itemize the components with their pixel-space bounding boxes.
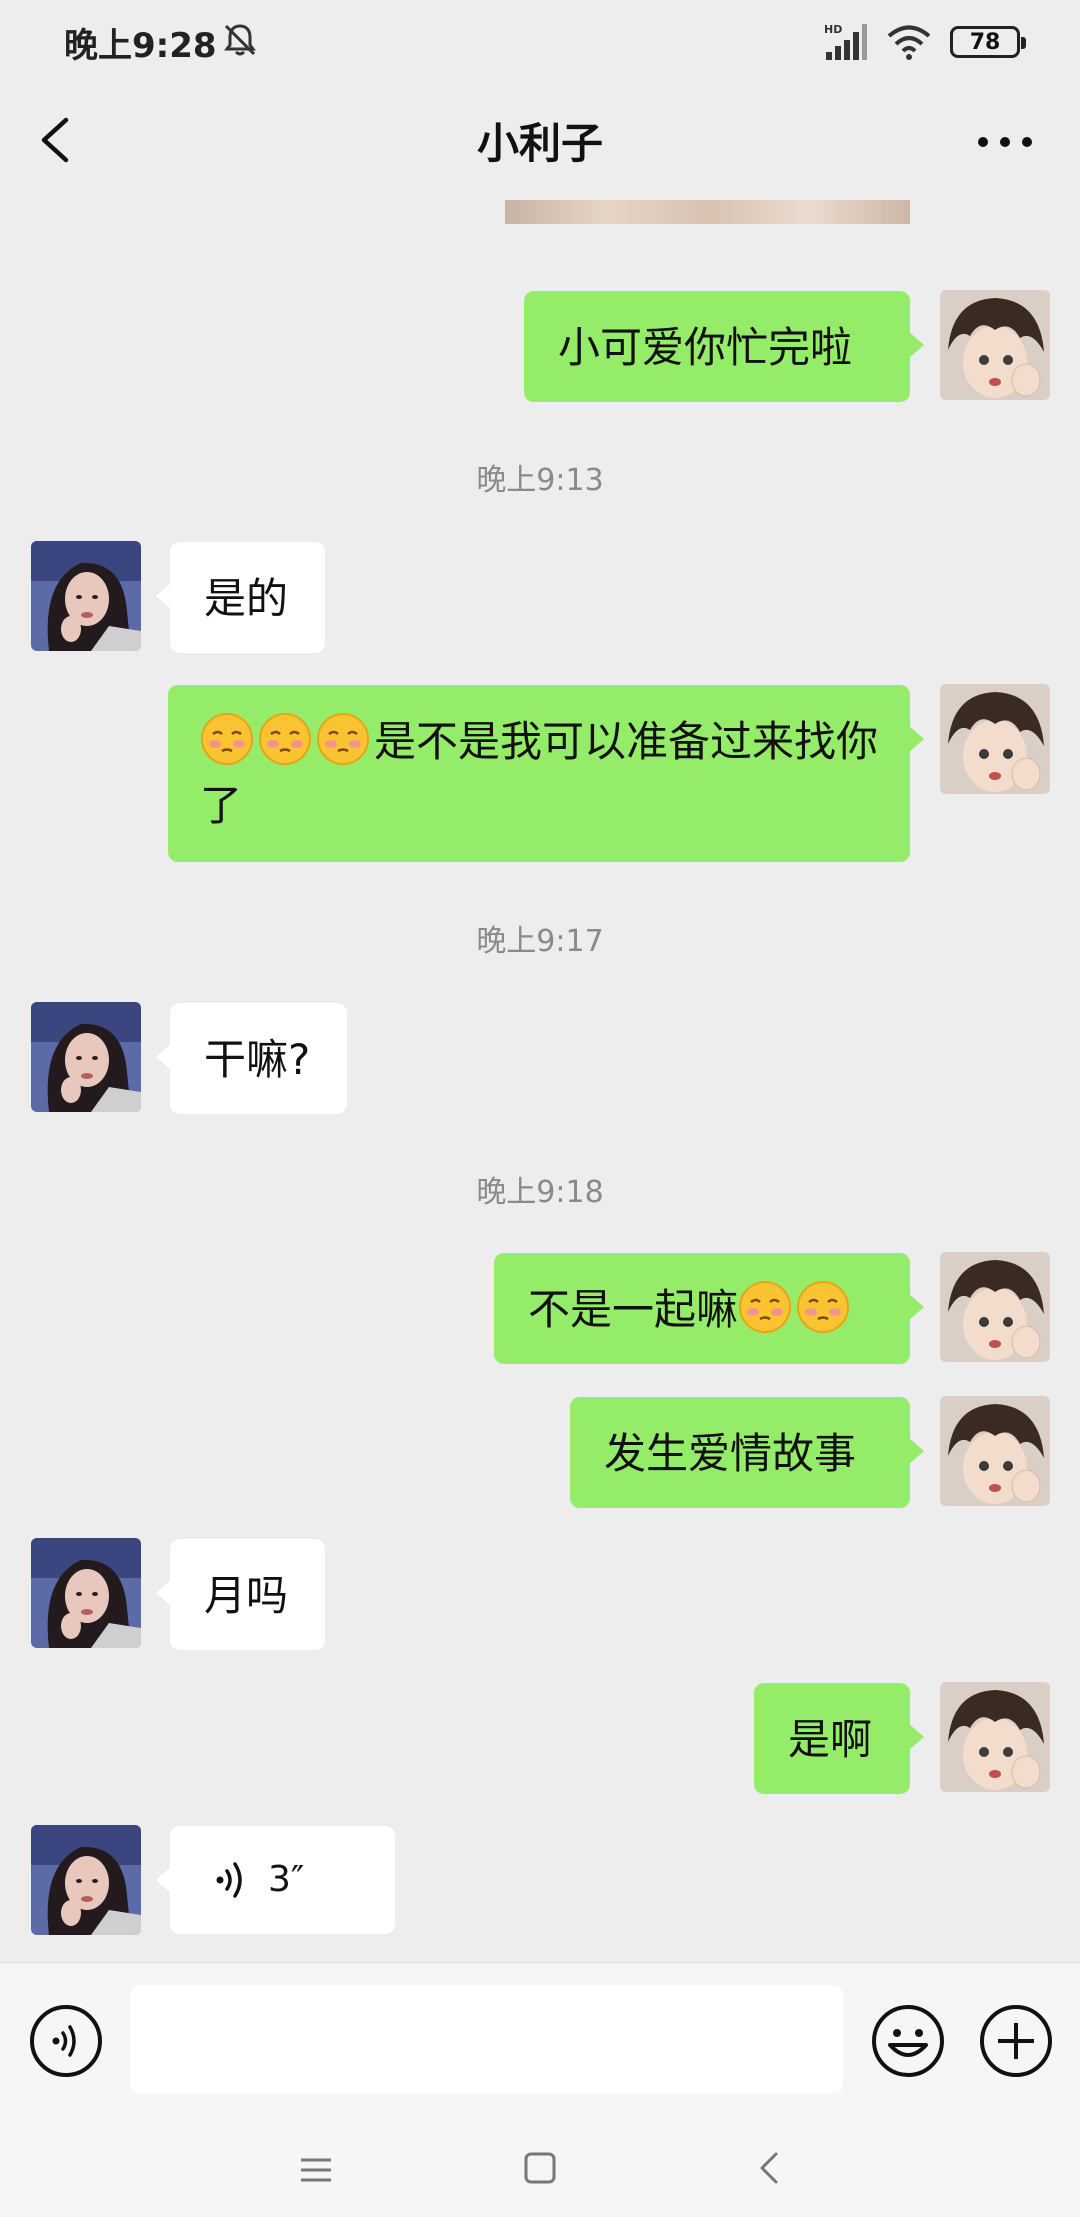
message-bubble-sent[interactable]: 小可爱你忙完啦 [524,291,924,402]
status-bar: 晚上9:28 HD 78 [0,0,1080,84]
nav-home-icon[interactable] [522,2150,558,2186]
voice-message-bubble[interactable]: 3″ [156,1826,395,1934]
timestamp: 晚上9:18 [476,1175,604,1210]
signal-icon: HD [824,23,867,60]
more-icon[interactable] [970,114,1040,170]
timestamp: 晚上9:13 [476,463,604,498]
contact-avatar[interactable] [31,541,141,651]
message-bubble-received[interactable]: 干嘛? [156,1003,347,1114]
chat-title: 小利子 [476,119,603,168]
message-bubble-received[interactable]: 是的 [156,542,325,653]
message-text: 是啊 [788,1715,873,1764]
blushing-face-icon [797,1281,850,1333]
message-text: 发生爱情故事 [604,1429,857,1478]
timestamp: 晚上9:17 [476,924,604,959]
message-bubble-received[interactable]: 月吗 [156,1539,325,1650]
message-text: 干嘛? [204,1035,311,1084]
my-avatar[interactable] [940,684,1050,794]
nav-menu-icon[interactable] [298,2152,334,2188]
image-message-partial[interactable] [505,200,910,224]
message-text: 小可爱你忙完啦 [558,323,853,372]
blushing-face-icon [739,1281,792,1333]
message-bubble-sent[interactable]: 不是一起嘛 [494,1253,924,1364]
my-avatar[interactable] [940,1252,1050,1362]
blushing-face-icon [317,713,369,765]
my-avatar[interactable] [940,1682,1050,1792]
wifi-icon [887,25,931,60]
input-bar [0,1962,1080,2116]
battery-icon: 78 [950,26,1026,58]
blushing-face-icon [259,713,311,765]
voice-toggle-icon[interactable] [28,2003,104,2079]
plus-icon[interactable] [978,2003,1054,2079]
my-avatar[interactable] [940,290,1050,400]
nav-back-icon[interactable] [752,2150,788,2186]
message-bubble-sent[interactable]: 是啊 [754,1683,924,1794]
my-avatar[interactable] [940,1396,1050,1506]
chat-area[interactable]: 小可爱你忙完啦 晚上9:13 是的 是不是我可以准备过来找你了 晚上9:17 干… [0,200,1080,1962]
voice-duration: 3″ [268,1859,305,1900]
status-time: 晚上9:28 [64,26,217,66]
voice-wave-icon [216,1862,242,1898]
message-bubble-sent[interactable]: 是不是我可以准备过来找你了 [168,685,924,862]
chat-header: 小利子 [0,84,1080,200]
message-text: 不是一起嘛 [528,1285,739,1334]
contact-avatar[interactable] [31,1538,141,1648]
emoji-icon[interactable] [870,2003,946,2079]
status-indicators: HD 78 [824,20,1026,64]
system-nav-bar [0,2116,1080,2217]
message-text: 是的 [204,574,289,623]
contact-avatar[interactable] [31,1825,141,1935]
message-bubble-sent[interactable]: 发生爱情故事 [570,1397,924,1508]
message-text: 月吗 [204,1571,289,1620]
battery-level: 78 [969,29,1001,55]
mute-bell-icon [224,24,256,56]
blushing-face-icon [201,713,253,765]
message-input[interactable] [130,1985,843,2093]
contact-avatar[interactable] [31,1002,141,1112]
network-label: HD [824,23,842,36]
